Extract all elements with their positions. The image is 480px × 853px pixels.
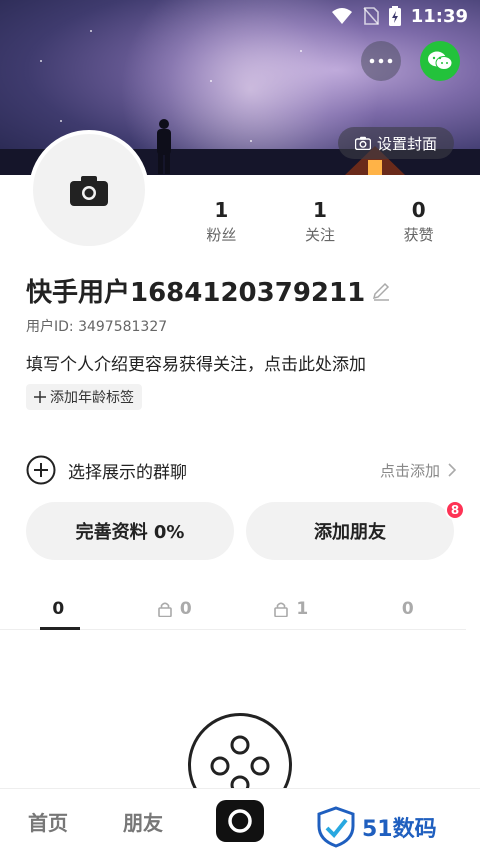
stat-following[interactable]: 1 关注 — [271, 198, 370, 245]
group-chat-label: 选择展示的群聊 — [68, 462, 187, 483]
tab-count: 0 — [52, 598, 65, 619]
tab-collections[interactable]: 0 — [350, 588, 467, 629]
stat-followers[interactable]: 1 粉丝 — [172, 198, 271, 245]
status-bar: 11:39 — [0, 0, 480, 32]
more-dots-icon — [369, 58, 393, 64]
set-cover-button[interactable]: 设置封面 — [338, 127, 454, 159]
silhouette-person — [157, 119, 171, 174]
wechat-share-button[interactable] — [420, 41, 460, 81]
stat-value: 1 — [313, 198, 327, 222]
user-id: 用户ID: 3497581327 — [26, 319, 168, 335]
add-friends-button[interactable]: 添加朋友 — [246, 502, 454, 560]
add-friends-badge: 8 — [445, 500, 465, 520]
stats-row: 1 粉丝 1 关注 0 获赞 — [172, 198, 468, 245]
add-age-tag-label: 添加年龄标签 — [50, 390, 134, 406]
watermark: 51数码 — [316, 806, 437, 848]
camera-icon — [354, 136, 371, 150]
nav-home[interactable]: 首页 — [28, 807, 68, 836]
group-chat-row[interactable]: 选择展示的群聊 点击添加 — [26, 452, 456, 488]
plus-circle-icon — [26, 455, 56, 485]
shutter-icon — [228, 809, 252, 833]
cover-star — [40, 60, 42, 62]
bio-placeholder[interactable]: 填写个人介绍更容易获得关注，点击此处添加 — [26, 350, 366, 375]
lock-icon — [274, 602, 289, 617]
username: 快手用户1684120379211 — [26, 278, 366, 308]
camera-icon — [70, 176, 108, 206]
shield-logo-icon — [317, 806, 355, 848]
shoot-button[interactable] — [216, 800, 264, 842]
plus-icon — [34, 391, 46, 403]
cover-star — [300, 50, 302, 52]
add-age-tag-button[interactable]: 添加年龄标签 — [26, 384, 142, 410]
tab-count: 1 — [296, 598, 309, 619]
complete-profile-button[interactable]: 完善资料 0% — [26, 502, 234, 560]
edit-pencil-icon[interactable] — [371, 281, 391, 301]
stat-value: 0 — [411, 198, 426, 222]
stat-likes[interactable]: 0 获赞 — [369, 198, 468, 245]
wechat-icon — [428, 51, 453, 70]
cover-star — [210, 80, 212, 82]
status-time: 11:39 — [410, 5, 468, 27]
avatar[interactable] — [29, 130, 149, 250]
group-chat-action-label: 点击添加 — [379, 461, 440, 480]
content-tabs: 0 0 1 0 — [0, 588, 466, 630]
cover-star — [60, 120, 62, 122]
stat-label: 粉丝 — [206, 226, 237, 244]
nav-friends[interactable]: 朋友 — [123, 807, 163, 836]
no-sim-icon — [363, 7, 379, 25]
chevron-right-icon — [448, 463, 456, 477]
set-cover-label: 设置封面 — [376, 134, 437, 153]
stat-value: 1 — [214, 198, 229, 222]
more-button[interactable] — [361, 41, 401, 81]
tab-count: 0 — [179, 598, 192, 619]
group-chat-action[interactable]: 点击添加 — [380, 460, 456, 481]
stat-label: 获赞 — [403, 226, 434, 244]
wifi-icon — [331, 8, 352, 24]
watermark-text: 51数码 — [362, 817, 437, 842]
tab-works[interactable]: 0 — [0, 588, 117, 630]
stat-label: 关注 — [305, 226, 336, 244]
username-row: 快手用户1684120379211 — [26, 272, 391, 309]
tab-private[interactable]: 0 — [117, 588, 234, 629]
tab-count: 0 — [401, 598, 414, 619]
tab-liked[interactable]: 1 — [233, 588, 350, 629]
lock-icon — [158, 602, 172, 617]
cover-star — [250, 140, 252, 142]
battery-charging-icon — [388, 6, 401, 26]
